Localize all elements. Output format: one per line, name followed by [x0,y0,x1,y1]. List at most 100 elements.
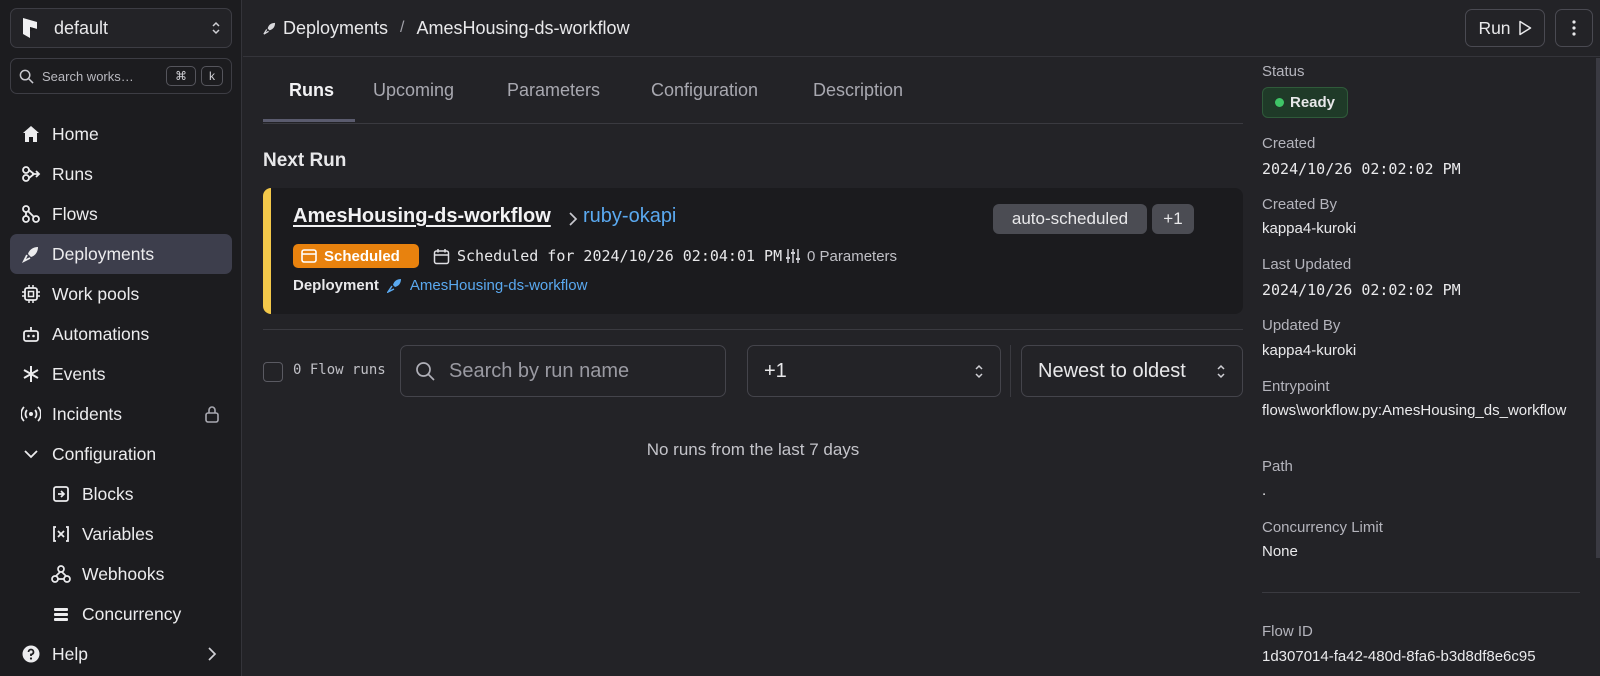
deployment-tabs: Runs Upcoming Parameters Configuration D… [263,58,1243,124]
updated-by-value: kappa4-kuroki [1262,342,1357,359]
sidebar: default Search works… ⌘ k Home Runs Flow… [0,0,242,676]
asterisk-icon [23,366,39,382]
run-search-input[interactable]: Search by run name [400,345,726,397]
last-updated-value: 2024/10/26 02:02:02 PM [1262,281,1461,299]
sidebar-item-variables[interactable]: Variables [10,514,232,554]
path-label: Path [1262,458,1293,475]
kebab-icon [1572,20,1576,36]
last-updated-label: Last Updated [1262,256,1352,273]
concurrency-limit-value: None [1262,543,1298,560]
sidebar-item-incidents[interactable]: Incidents [10,394,232,434]
sidebar-item-flows[interactable]: Flows [10,194,232,234]
entrypoint-value: flows\workflow.py:AmesHousing_ds_workflo… [1262,402,1567,419]
flow-id-label: Flow ID [1262,623,1313,640]
help-icon [22,645,40,663]
sidebar-item-concurrency[interactable]: Concurrency [10,594,232,634]
webhook-icon [51,565,71,583]
tab-runs[interactable]: Runs [289,58,334,123]
chevron-down-icon [24,450,38,459]
flows-icon [22,205,40,223]
tab-configuration[interactable]: Configuration [651,58,758,123]
deployment-details-panel: Status Ready Created 2024/10/26 02:02:02… [1262,58,1600,676]
run-button-label: Run [1478,17,1511,38]
sliders-icon [786,249,800,263]
more-menu-button[interactable] [1555,9,1593,47]
search-icon [19,69,34,84]
prefect-logo-icon [23,18,37,38]
sidebar-item-label: Runs [52,163,93,184]
status-dot [1275,98,1284,107]
flow-run-name-link[interactable]: ruby-okapi [583,205,676,228]
parameters-count: 0 Parameters [785,244,897,268]
chevron-updown-icon [975,364,983,378]
run-button[interactable]: Run [1465,9,1545,47]
sidebar-item-label: Deployments [52,243,155,264]
sidebar-item-label: Events [52,363,106,384]
sidebar-item-automations[interactable]: Automations [10,314,232,354]
tab-parameters[interactable]: Parameters [507,58,600,123]
sidebar-item-configuration[interactable]: Configuration [10,434,232,474]
runs-filter-bar: 0 Flow runs Search by run name +1 Newest… [263,345,1243,397]
sidebar-item-deployments[interactable]: Deployments [10,234,232,274]
sidebar-item-label: Concurrency [82,603,182,624]
sidebar-item-label: Automations [52,323,150,344]
sidebar-item-work-pools[interactable]: Work pools [10,274,232,314]
state-badge-label: Scheduled [324,247,400,265]
panel-scrollbar[interactable] [1596,58,1600,558]
tab-description[interactable]: Description [813,58,903,123]
sidebar-item-label: Home [52,123,99,144]
status-badge: Ready [1262,87,1348,118]
sidebar-item-webhooks[interactable]: Webhooks [10,554,232,594]
deployment-link[interactable]: AmesHousing-ds-workflow [410,277,588,294]
breadcrumb-deployments-link[interactable]: Deployments [283,18,388,39]
next-run-heading: Next Run [263,150,347,171]
sidebar-item-home[interactable]: Home [10,114,232,154]
section-divider [263,329,1243,330]
chevron-right-icon [208,647,217,661]
state-filter-select[interactable]: +1 [747,345,1001,397]
flow-name-link[interactable]: AmesHousing-ds-workflow [293,205,551,228]
blocks-icon [53,486,69,502]
breadcrumb-current: AmesHousing-ds-workflow [416,17,630,38]
sidebar-item-label: Flows [52,203,98,224]
sidebar-item-label: Blocks [82,483,134,504]
tag-more[interactable]: +1 [1152,204,1194,234]
sidebar-nav: Home Runs Flows Deployments Work pools A… [10,114,232,674]
created-by-label: Created By [1262,196,1338,213]
sort-value: Newest to oldest [1038,359,1186,382]
workspace-search[interactable]: Search works… ⌘ k [10,58,232,94]
sidebar-item-label: Help [52,643,88,664]
state-color-bar [263,188,271,314]
status-value: Ready [1290,94,1336,111]
sidebar-item-events[interactable]: Events [10,354,232,394]
rocket-icon [21,247,38,264]
breadcrumb-separator: / [400,19,405,36]
search-icon [416,362,435,381]
chevron-updown-icon [212,21,220,35]
sidebar-item-label: Configuration [52,443,157,464]
cpu-icon [22,285,40,303]
sidebar-item-help[interactable]: Help [10,634,232,674]
concurrency-icon [54,608,68,621]
concurrency-limit-label: Concurrency Limit [1262,519,1383,536]
next-run-card: AmesHousing-ds-workflow ruby-okapi auto-… [263,188,1243,314]
workspace-select[interactable]: default [10,8,232,48]
sidebar-item-label: Work pools [52,283,140,304]
scheduled-time-text: Scheduled for 2024/10/26 02:04:01 PM [457,247,783,265]
page-header: Deployments / AmesHousing-ds-workflow Ru… [243,0,1600,57]
active-tab-indicator [263,119,355,122]
created-value: 2024/10/26 02:02:02 PM [1262,160,1461,178]
select-all-checkbox[interactable] [263,362,283,382]
variable-icon [53,526,69,542]
runs-icon [22,166,41,182]
panel-divider [1262,592,1580,593]
kbd-k: k [201,66,223,86]
sidebar-item-runs[interactable]: Runs [10,154,232,194]
sort-select[interactable]: Newest to oldest [1021,345,1243,397]
deployment-row: Deployment AmesHousing-ds-workflow [293,274,587,296]
tab-upcoming[interactable]: Upcoming [373,58,454,123]
empty-state-message: No runs from the last 7 days [646,440,860,459]
rocket-icon [386,278,401,293]
run-search-placeholder: Search by run name [449,359,630,382]
sidebar-item-blocks[interactable]: Blocks [10,474,232,514]
